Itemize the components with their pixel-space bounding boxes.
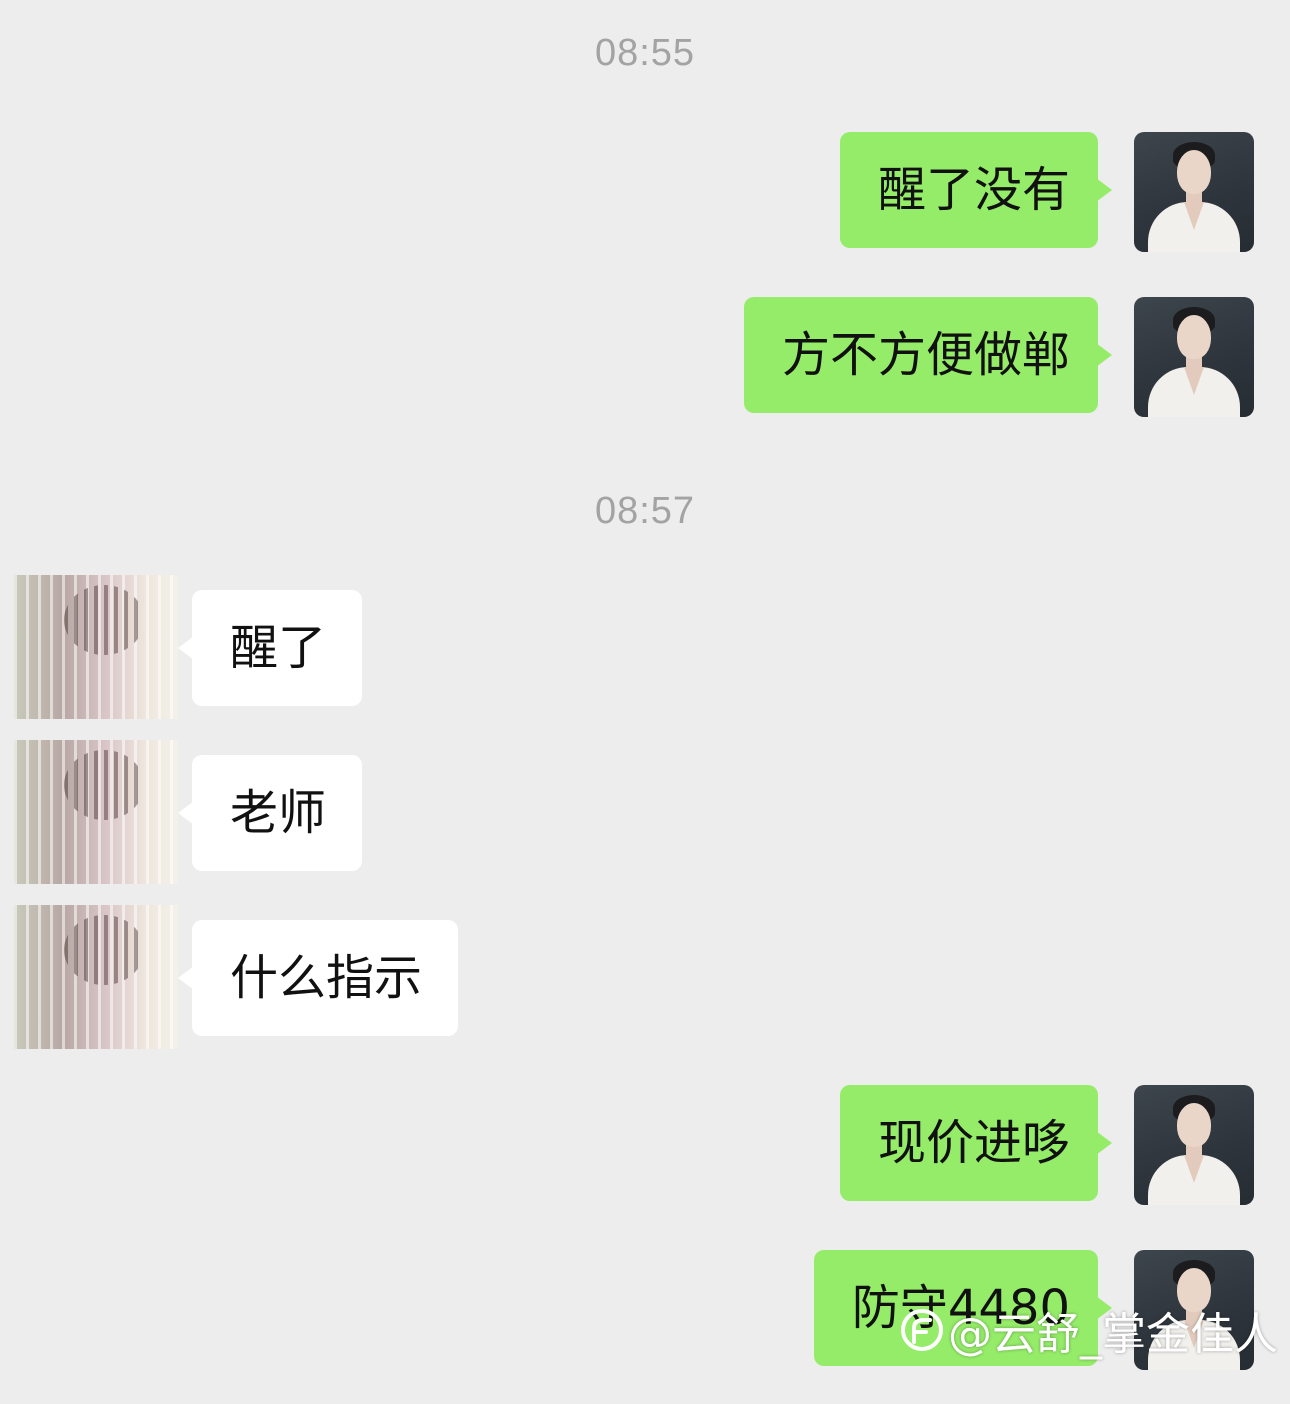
contact-avatar[interactable] [14,740,178,884]
timestamp: 08:57 [594,490,696,532]
my-avatar[interactable] [1134,132,1254,252]
message-text: 醒了没有 [877,162,1070,218]
my-message-bubble[interactable]: 现价进哆 [839,1085,1113,1201]
contact-avatar[interactable] [14,905,178,1049]
xueqiu-logo-icon [901,1309,943,1351]
message-text: 老师 [230,785,327,841]
message-text: 现价进哆 [877,1115,1070,1171]
message-text: 什么指示 [230,950,423,1006]
their-message-bubble[interactable]: 醒了 [177,590,363,706]
contact-avatar[interactable] [14,575,178,719]
watermark-text: @云舒_掌金佳人 [948,1309,1278,1360]
their-message-bubble[interactable]: 什么指示 [177,920,459,1036]
message-text: 醒了 [230,620,327,676]
message-text: 方不方便做郸 [781,327,1070,383]
watermark: @云舒_掌金佳人 [900,1302,1278,1360]
my-message-bubble[interactable]: 方不方便做郸 [743,297,1113,413]
my-avatar[interactable] [1134,297,1254,417]
my-message-bubble[interactable]: 醒了没有 [839,132,1113,248]
timestamp: 08:55 [594,32,696,74]
my-avatar[interactable] [1134,1085,1254,1205]
their-message-bubble[interactable]: 老师 [177,755,363,871]
